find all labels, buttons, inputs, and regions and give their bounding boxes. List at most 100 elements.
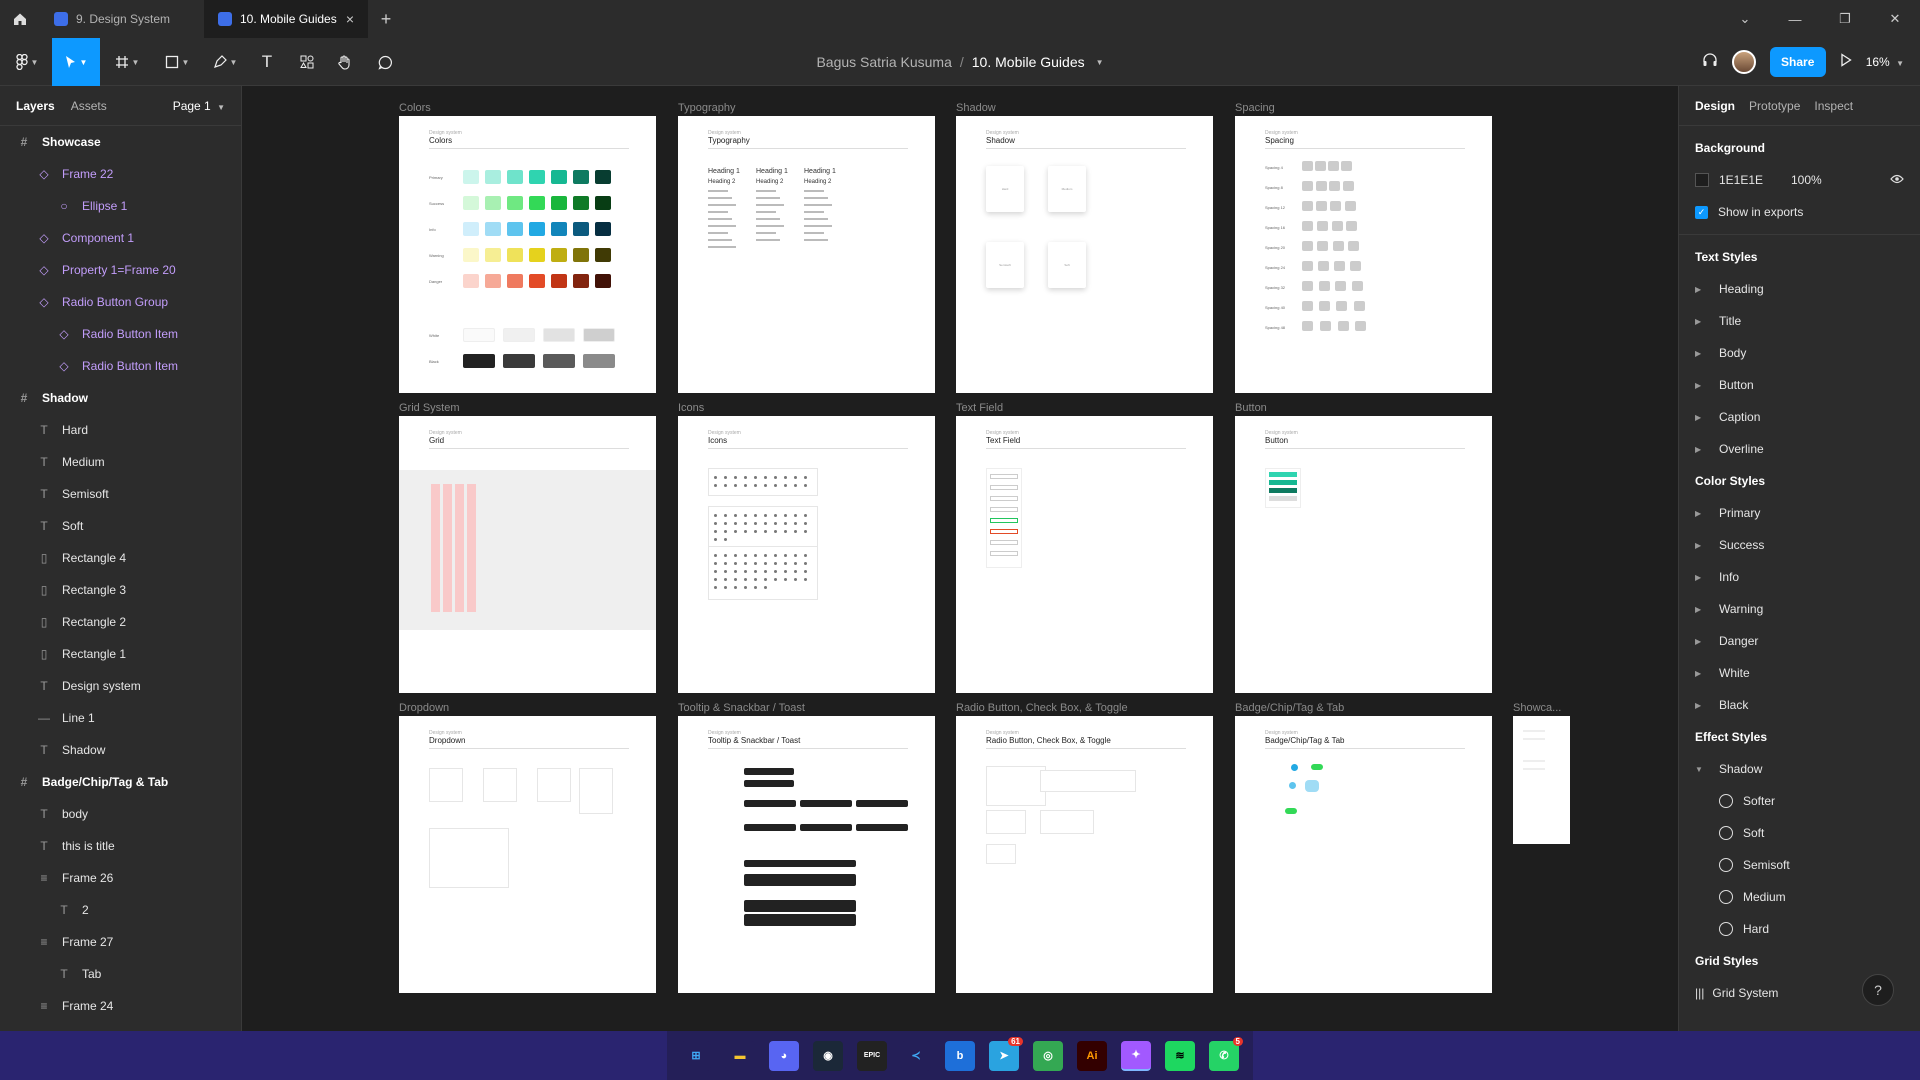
tab-inspect[interactable]: Inspect (1814, 99, 1853, 113)
layer-item-radio-button-group[interactable]: ◇ Radio Button Group (0, 286, 241, 318)
layer-item-line-1[interactable]: — Line 1 (0, 702, 241, 734)
color-styles-item-danger[interactable]: ▶ Danger (1679, 625, 1920, 657)
layer-item-2[interactable]: T2 (0, 894, 241, 926)
close-icon[interactable]: ✕ (1870, 0, 1920, 38)
new-tab-button[interactable]: + (368, 0, 404, 38)
checkbox-checked-icon[interactable]: ✓ (1695, 205, 1708, 219)
layer-item-soft[interactable]: T Soft (0, 510, 241, 542)
frame-label-icons[interactable]: Icons (678, 402, 704, 414)
color-styles-item-info[interactable]: ▶ Info (1679, 561, 1920, 593)
main-menu-button[interactable]: ▼ (8, 38, 46, 86)
spotify-icon[interactable]: ≋ (1165, 1040, 1195, 1071)
frame-label-grid-system[interactable]: Grid System (399, 402, 460, 414)
frame-dropdown[interactable]: Design system Dropdown (399, 716, 656, 993)
whatsapp-icon[interactable]: ✆ 5 (1209, 1036, 1243, 1071)
resources-icon[interactable] (292, 38, 322, 86)
color-styles-item-white[interactable]: ▶ White (1679, 657, 1920, 689)
eye-icon[interactable] (1890, 173, 1904, 187)
layer-item-shadow[interactable]: # Shadow (0, 382, 241, 414)
layer-item-rectangle-3[interactable]: ▯ Rectangle 3 (0, 574, 241, 606)
figma-icon[interactable]: ✦ (1121, 1040, 1151, 1071)
frame-colors[interactable]: Design system Colors Primary Success Info War… (399, 116, 656, 393)
bing-icon[interactable]: b (945, 1040, 975, 1071)
layer-item-badge-chip-tag-tab[interactable]: # Badge/Chip/Tag & Tab (0, 766, 241, 798)
windows-icon[interactable]: ⊞ (681, 1040, 711, 1071)
layer-item-showcase[interactable]: # Showcase (0, 126, 241, 158)
zoom-level[interactable]: 16% ▼ (1866, 55, 1904, 69)
page-selector[interactable]: Page 1 ▼ (173, 99, 225, 113)
frame-label-tooltip-snackbar-toast[interactable]: Tooltip & Snackbar / Toast (678, 702, 805, 714)
frame-text-field[interactable]: Design system Text Field (956, 416, 1213, 693)
layer-item-shadow[interactable]: T Shadow (0, 734, 241, 766)
text-styles-item-title[interactable]: ▶ Title (1679, 305, 1920, 337)
frame-label-colors[interactable]: Colors (399, 102, 431, 114)
tab-layers[interactable]: Layers (16, 99, 55, 113)
layer-item-this-is-title[interactable]: Tthis is title (0, 830, 241, 862)
present-play-icon[interactable] (1840, 52, 1852, 72)
restore-icon[interactable]: ❐ (1820, 0, 1870, 38)
chrome-icon[interactable]: ◎ (1033, 1040, 1063, 1071)
breadcrumb-file[interactable]: 10. Mobile Guides (972, 54, 1085, 70)
layer-item-ellipse-1[interactable]: ○ Ellipse 1 (0, 190, 241, 222)
layer-item-radio-button-item[interactable]: ◇ Radio Button Item (0, 350, 241, 382)
illustrator-icon[interactable]: Ai (1077, 1040, 1107, 1071)
frame-tool-button[interactable]: ▼ (108, 38, 146, 86)
tab-assets[interactable]: Assets (71, 99, 107, 113)
layer-item-rectangle-4[interactable]: ▯ Rectangle 4 (0, 542, 241, 574)
close-tab-icon[interactable]: × (346, 11, 354, 27)
frame-spacing[interactable]: Design system Spacing Spacing 4 Spacing 8 Sp… (1235, 116, 1492, 393)
layer-item-hard[interactable]: T Hard (0, 414, 241, 446)
frame-button[interactable]: Design system Button (1235, 416, 1492, 693)
text-styles-item-caption[interactable]: ▶ Caption (1679, 401, 1920, 433)
layer-item-semisoft[interactable]: T Semisoft (0, 478, 241, 510)
comment-tool-icon[interactable] (370, 38, 400, 86)
layer-item-radio-button-item[interactable]: ◇ Radio Button Item (0, 318, 241, 350)
effect-style-hard[interactable]: Hard (1679, 913, 1920, 945)
frame-label-spacing[interactable]: Spacing (1235, 102, 1275, 114)
epic-games-icon[interactable]: EPIC (857, 1040, 887, 1071)
tab-design[interactable]: Design (1695, 99, 1735, 113)
frame-badge-chip-tag-tab[interactable]: Design system Badge/Chip/Tag & Tab (1235, 716, 1492, 993)
telegram-icon[interactable]: ➤ 61 (989, 1036, 1023, 1071)
text-styles-item-overline[interactable]: ▶ Overline (1679, 433, 1920, 465)
tab-prototype[interactable]: Prototype (1749, 99, 1800, 113)
show-in-exports-row[interactable]: ✓ Show in exports (1679, 196, 1920, 228)
breadcrumb-owner[interactable]: Bagus Satria Kusuma (816, 54, 951, 70)
color-swatch[interactable] (1695, 173, 1709, 187)
layer-item-body[interactable]: Tbody (0, 798, 241, 830)
color-styles-item-black[interactable]: ▶ Black (1679, 689, 1920, 721)
layer-item-frame-22[interactable]: ◇ Frame 22 (0, 158, 241, 190)
frame-shadow[interactable]: Design system Shadow Hard Medium Semisoft Sof… (956, 116, 1213, 393)
layer-item-rectangle-2[interactable]: ▯ Rectangle 2 (0, 606, 241, 638)
frame-radio-button-check-box-toggle[interactable]: Design system Radio Button, Check Box, & … (956, 716, 1213, 993)
shape-tool-button[interactable]: ▼ (158, 38, 196, 86)
layer-item-property-1-frame-20[interactable]: ◇ Property 1=Frame 20 (0, 254, 241, 286)
vscode-icon[interactable]: ≺ (901, 1040, 931, 1071)
text-styles-item-body[interactable]: ▶ Body (1679, 337, 1920, 369)
layer-item-rectangle-1[interactable]: ▯ Rectangle 1 (0, 638, 241, 670)
effect-style-softer[interactable]: Softer (1679, 785, 1920, 817)
chevron-down-icon[interactable]: ▼ (1096, 58, 1104, 67)
layer-item-component-1[interactable]: ◇ Component 1 (0, 222, 241, 254)
share-button[interactable]: Share (1769, 47, 1826, 77)
text-tool-icon[interactable]: T (252, 38, 282, 86)
layer-item-medium[interactable]: T Medium (0, 446, 241, 478)
help-button[interactable]: ? (1862, 974, 1894, 1006)
frame-label-dropdown[interactable]: Dropdown (399, 702, 449, 714)
layer-item-tab[interactable]: T Tab (0, 958, 241, 990)
tab-mobile-guides[interactable]: 10. Mobile Guides × (204, 0, 368, 38)
frame-label-showcase[interactable]: Showca... (1513, 702, 1561, 714)
frame-icons[interactable]: Design system Icons (678, 416, 935, 693)
steam-icon[interactable]: ◉ (813, 1040, 843, 1071)
effect-style-semisoft[interactable]: Semisoft (1679, 849, 1920, 881)
background-opacity[interactable]: 100% (1791, 173, 1822, 187)
text-styles-item-button[interactable]: ▶ Button (1679, 369, 1920, 401)
pen-tool-button[interactable]: ▼ (206, 38, 244, 86)
color-styles-item-warning[interactable]: ▶ Warning (1679, 593, 1920, 625)
headphones-icon[interactable] (1702, 52, 1718, 73)
avatar[interactable] (1731, 50, 1756, 74)
frame-grid-system[interactable]: Design system Grid (399, 416, 656, 693)
effect-style-soft[interactable]: Soft (1679, 817, 1920, 849)
chevron-down-icon[interactable]: ⌄ (1720, 0, 1770, 38)
frame-showcase[interactable] (1513, 716, 1570, 844)
